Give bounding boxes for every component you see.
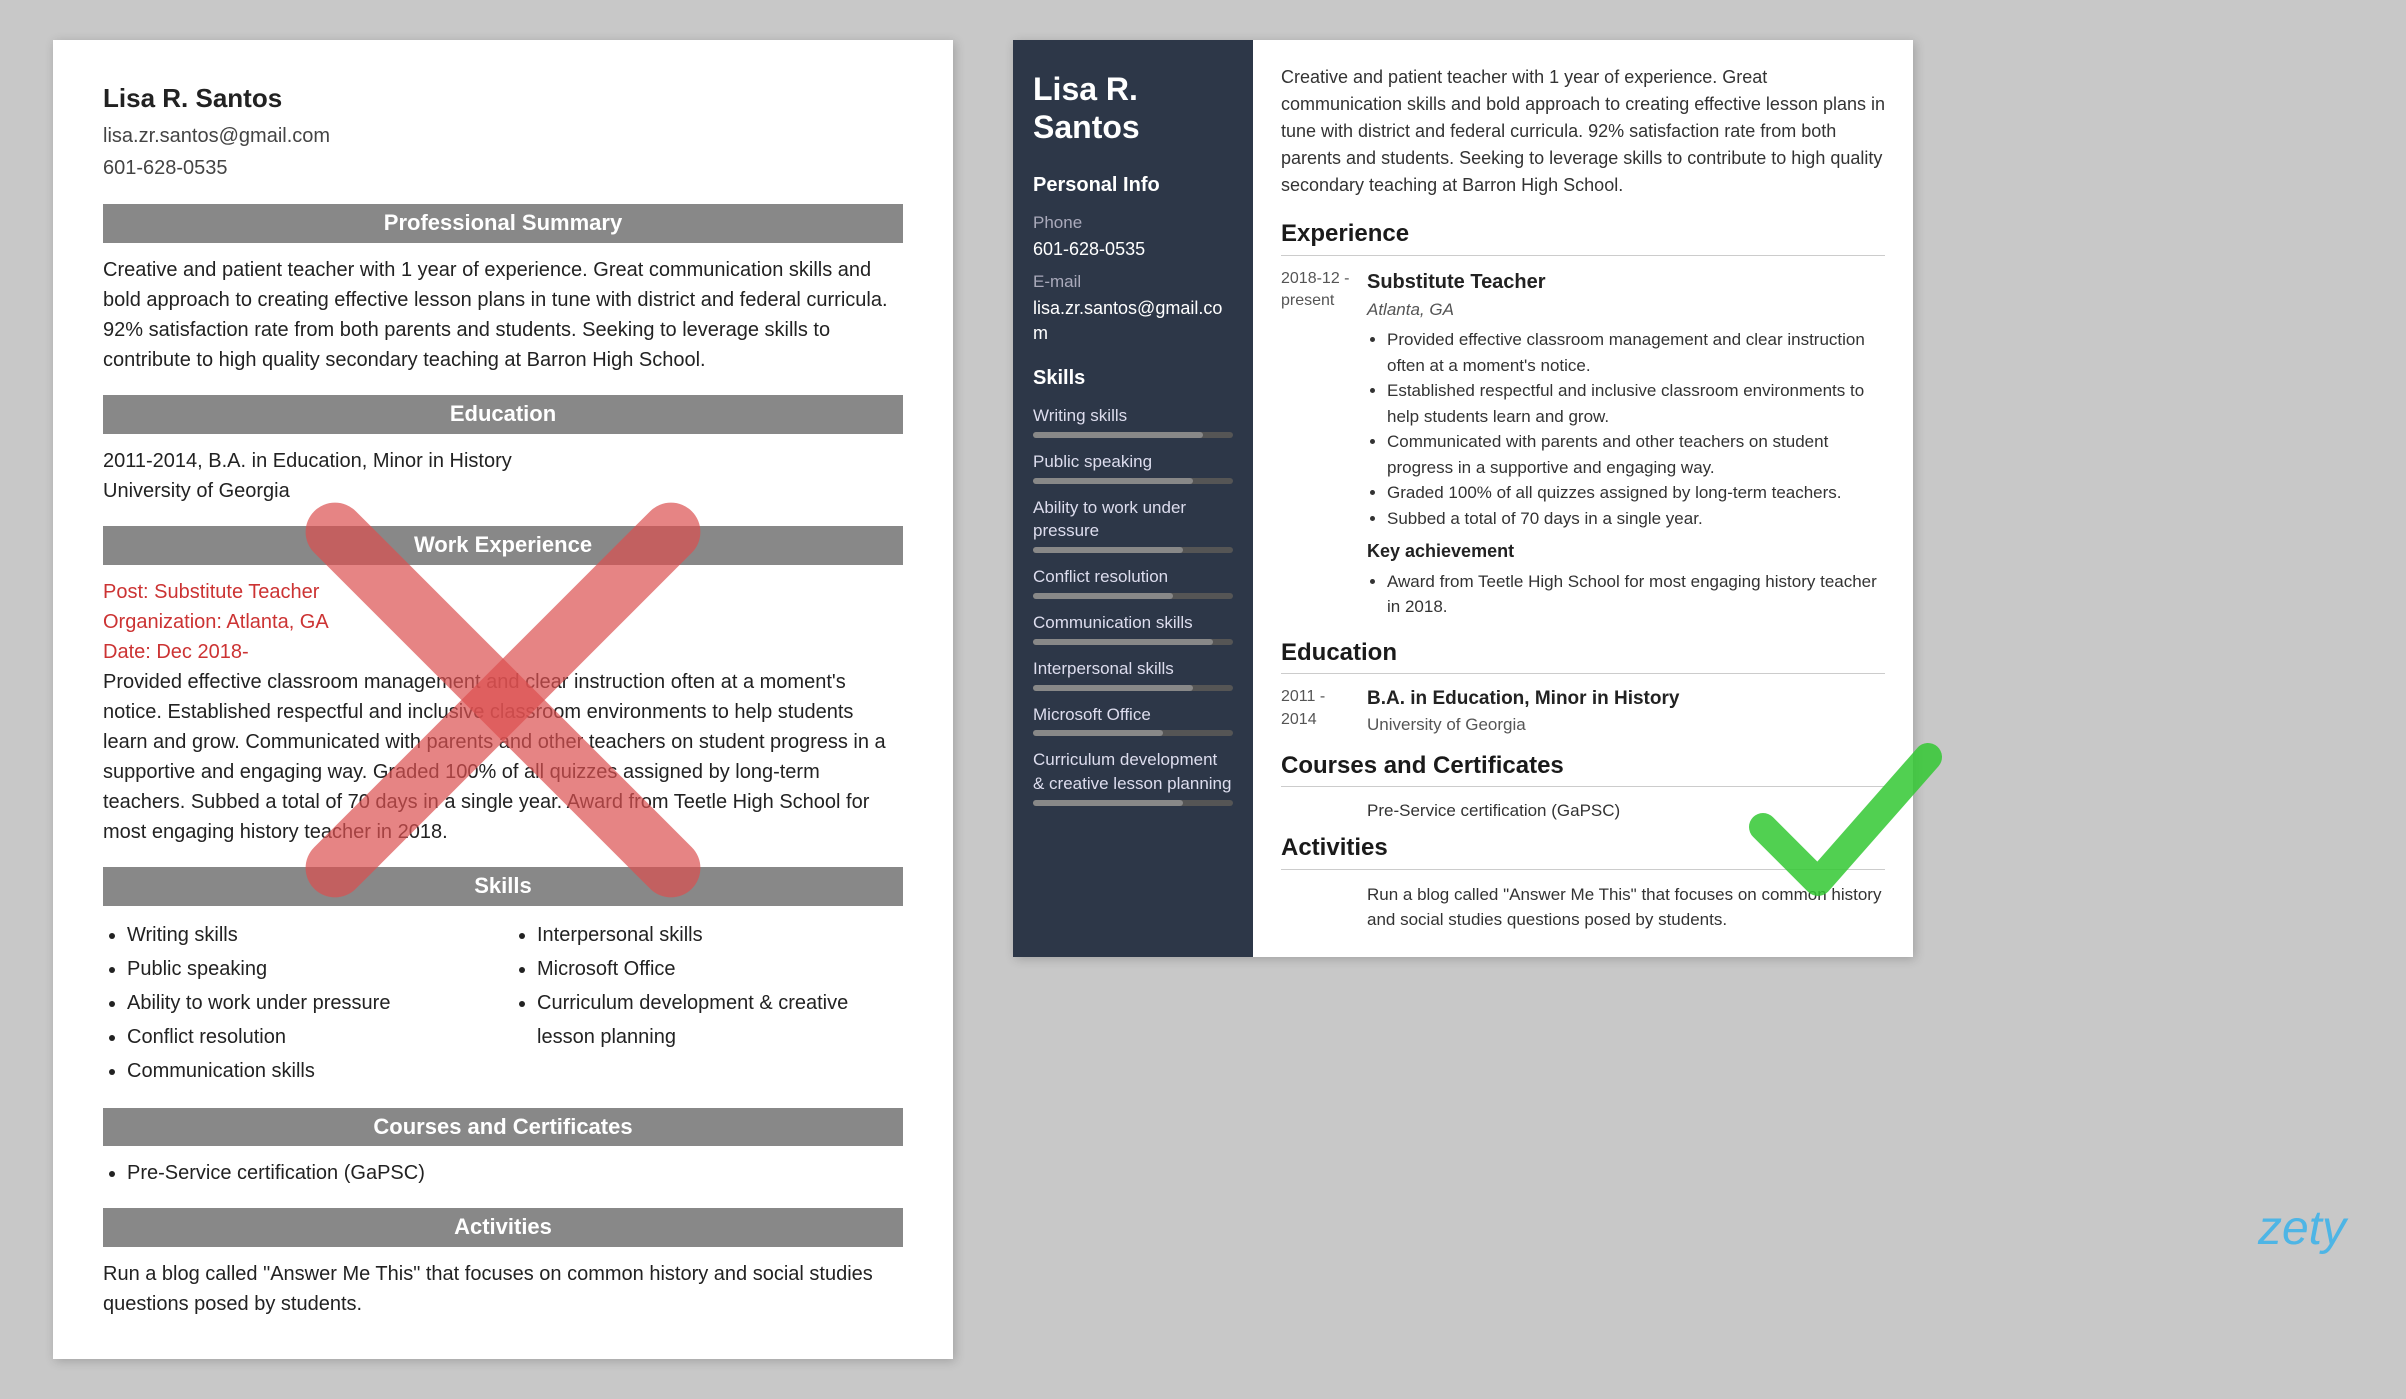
good-exp-title: Substitute Teacher xyxy=(1367,268,1885,296)
bad-work-title: Work Experience xyxy=(103,526,903,565)
good-activities-section-title: Activities xyxy=(1281,831,1885,870)
good-bullet-3: Communicated with parents and other teac… xyxy=(1387,429,1885,480)
good-key-achievement-title: Key achievement xyxy=(1367,539,1885,564)
good-resume: Lisa R. Santos Personal Info Phone 601-6… xyxy=(1013,40,1913,957)
good-courses-section-title: Courses and Certificates xyxy=(1281,749,1885,788)
good-activities-text: Run a blog called "Answer Me This" that … xyxy=(1367,882,1885,933)
bad-skill-1: Writing skills xyxy=(127,918,493,952)
bad-date-value: Dec 2018- xyxy=(156,641,248,663)
skill-msoffice: Microsoft Office xyxy=(1033,703,1233,737)
bad-activities-title: Activities xyxy=(103,1208,903,1247)
bad-date-label: Date: xyxy=(103,641,156,663)
bad-skill-4: Conflict resolution xyxy=(127,1020,493,1054)
bad-work-content: Post: Substitute Teacher Organization: A… xyxy=(103,577,903,847)
bad-post-label: Post: xyxy=(103,581,154,603)
good-exp-details: Substitute Teacher Atlanta, GA Provided … xyxy=(1367,268,1885,620)
bad-skills-grid: Writing skills Public speaking Ability t… xyxy=(103,918,903,1088)
bad-org-label: Organization: xyxy=(103,611,226,633)
bad-cert-1: Pre-Service certification (GaPSC) xyxy=(127,1158,903,1188)
good-bullet-1: Provided effective classroom management … xyxy=(1387,327,1885,378)
good-personal-info-title: Personal Info xyxy=(1033,171,1233,201)
good-edu-school: University of Georgia xyxy=(1367,713,1679,737)
skill-conflict-label: Conflict resolution xyxy=(1033,565,1233,589)
skill-speaking-label: Public speaking xyxy=(1033,450,1233,474)
good-resume-sidebar: Lisa R. Santos Personal Info Phone 601-6… xyxy=(1013,40,1253,957)
good-phone-label: Phone xyxy=(1033,211,1233,235)
skill-conflict: Conflict resolution xyxy=(1033,565,1233,599)
bad-resume-email: lisa.zr.santos@gmail.com xyxy=(103,120,903,152)
good-exp-section-title: Experience xyxy=(1281,217,1885,256)
good-bullet-2: Established respectful and inclusive cla… xyxy=(1387,378,1885,429)
bad-skill-7: Microsoft Office xyxy=(537,952,903,986)
skill-interpersonal: Interpersonal skills xyxy=(1033,657,1233,691)
good-key-bullet-1: Award from Teetle High School for most e… xyxy=(1387,569,1885,620)
skill-curriculum-label: Curriculum development & creative lesson… xyxy=(1033,748,1233,796)
good-resume-main: Creative and patient teacher with 1 year… xyxy=(1253,40,1913,957)
skill-communication: Communication skills xyxy=(1033,611,1233,645)
good-edu-degree: B.A. in Education, Minor in History xyxy=(1367,686,1679,713)
good-bullet-4: Graded 100% of all quizzes assigned by l… xyxy=(1387,480,1885,506)
bad-skill-8: Curriculum development & creative lesson… xyxy=(537,986,903,1054)
good-key-achievement-bullet: Award from Teetle High School for most e… xyxy=(1367,569,1885,620)
bad-prof-summary-title: Professional Summary xyxy=(103,204,903,243)
good-summary: Creative and patient teacher with 1 year… xyxy=(1281,64,1885,199)
bad-resume-name: Lisa R. Santos xyxy=(103,80,903,116)
zety-logo: zety xyxy=(2258,1201,2346,1256)
good-phone-value: 601-628-0535 xyxy=(1033,237,1233,262)
good-resume-name: Lisa R. Santos xyxy=(1033,70,1233,147)
good-exp-block: 2018-12 -present Substitute Teacher Atla… xyxy=(1281,268,1885,620)
good-edu-block: 2011 -2014 B.A. in Education, Minor in H… xyxy=(1281,686,1885,736)
bad-post-value: Substitute Teacher xyxy=(154,581,319,603)
bad-skill-2: Public speaking xyxy=(127,952,493,986)
bad-skill-3: Ability to work under pressure xyxy=(127,986,493,1020)
bad-skill-6: Interpersonal skills xyxy=(537,918,903,952)
skill-communication-label: Communication skills xyxy=(1033,611,1233,635)
bad-skill-5: Communication skills xyxy=(127,1054,493,1088)
bad-prof-summary-content: Creative and patient teacher with 1 year… xyxy=(103,255,903,375)
bad-resume-phone: 601-628-0535 xyxy=(103,152,903,184)
bad-activities-content: Run a blog called "Answer Me This" that … xyxy=(103,1259,903,1319)
good-email-label: E-mail xyxy=(1033,270,1233,294)
good-exp-date: 2018-12 -present xyxy=(1281,268,1351,620)
good-edu-section-title: Education xyxy=(1281,636,1885,675)
good-skills-title: Skills xyxy=(1033,364,1233,394)
good-edu-details: B.A. in Education, Minor in History Univ… xyxy=(1367,686,1679,736)
bad-skills-col2: Interpersonal skills Microsoft Office Cu… xyxy=(513,918,903,1088)
bad-education-title: Education xyxy=(103,395,903,434)
skill-pressure-label: Ability to work under pressure xyxy=(1033,496,1233,544)
skill-pressure: Ability to work under pressure xyxy=(1033,496,1233,554)
good-exp-location: Atlanta, GA xyxy=(1367,298,1885,322)
skill-writing: Writing skills xyxy=(1033,404,1233,438)
bad-resume: Lisa R. Santos lisa.zr.santos@gmail.com … xyxy=(53,40,953,1359)
main-container: Lisa R. Santos lisa.zr.santos@gmail.com … xyxy=(53,40,2353,1359)
bad-courses-content: Pre-Service certification (GaPSC) xyxy=(103,1158,903,1188)
skill-msoffice-label: Microsoft Office xyxy=(1033,703,1233,727)
bad-skills-col1: Writing skills Public speaking Ability t… xyxy=(103,918,493,1088)
bad-skills-title: Skills xyxy=(103,867,903,906)
bad-education-content: 2011-2014, B.A. in Education, Minor in H… xyxy=(103,446,903,506)
skill-interpersonal-label: Interpersonal skills xyxy=(1033,657,1233,681)
bad-work-description: Provided effective classroom management … xyxy=(103,671,886,843)
skill-curriculum: Curriculum development & creative lesson… xyxy=(1033,748,1233,806)
bad-courses-title: Courses and Certificates xyxy=(103,1108,903,1147)
good-cert-text: Pre-Service certification (GaPSC) xyxy=(1367,799,1885,823)
bad-org-value: Atlanta, GA xyxy=(226,611,328,633)
skill-speaking: Public speaking xyxy=(1033,450,1233,484)
good-exp-bullets: Provided effective classroom management … xyxy=(1367,327,1885,531)
good-bullet-5: Subbed a total of 70 days in a single ye… xyxy=(1387,506,1885,532)
skill-writing-label: Writing skills xyxy=(1033,404,1233,428)
good-email-value: lisa.zr.santos@gmail.com xyxy=(1033,296,1233,346)
good-edu-date: 2011 -2014 xyxy=(1281,686,1351,736)
